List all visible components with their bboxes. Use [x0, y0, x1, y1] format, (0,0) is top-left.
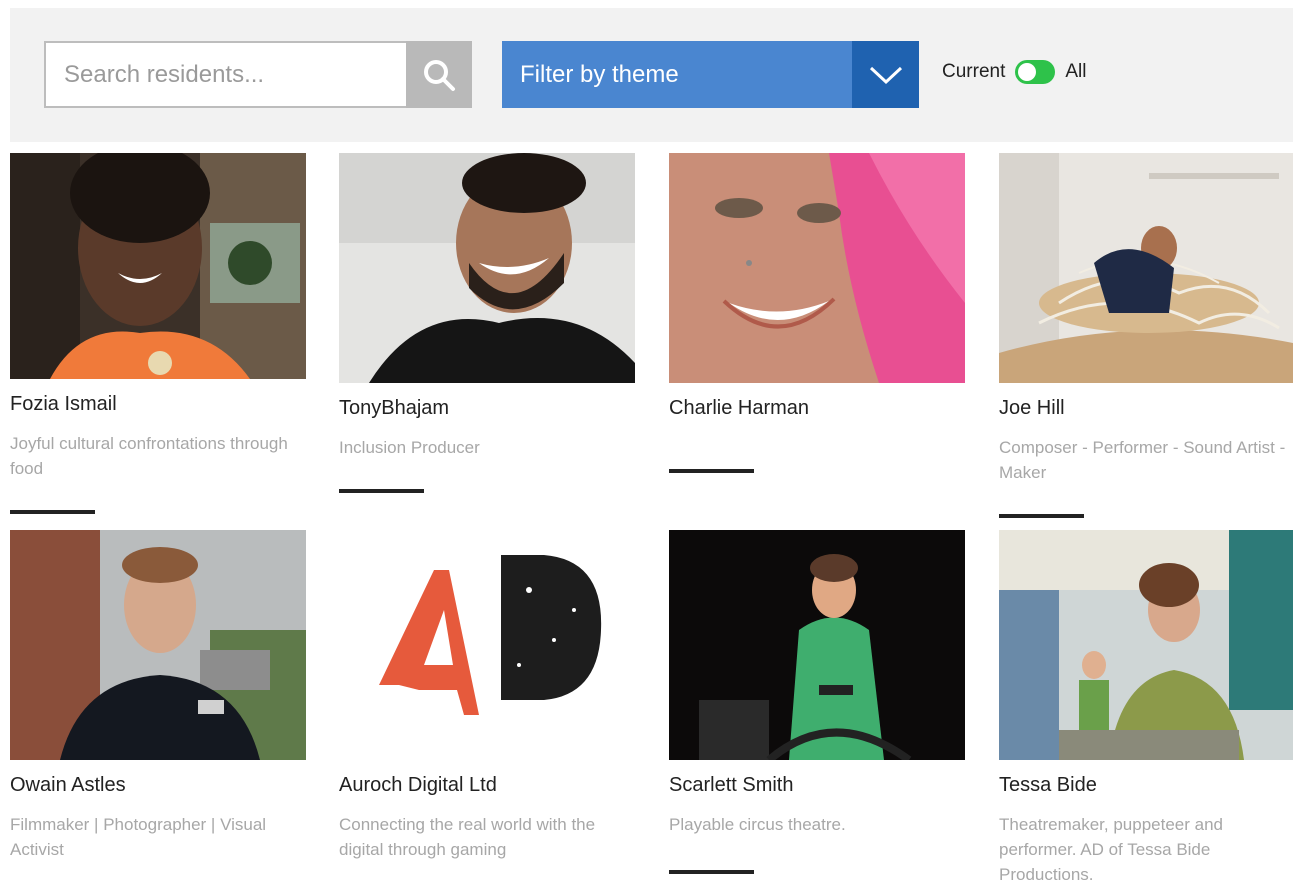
resident-card[interactable]: Fozia Ismail Joyful cultural confrontati…: [10, 153, 306, 518]
card-divider: [999, 514, 1084, 518]
current-all-toggle: Current All: [942, 60, 1086, 84]
resident-photo[interactable]: [10, 530, 306, 760]
resident-name[interactable]: Tessa Bide: [999, 772, 1293, 798]
card-divider: [339, 489, 424, 493]
resident-card[interactable]: Joe Hill Composer - Performer - Sound Ar…: [999, 153, 1293, 523]
resident-description: Playable circus theatre.: [669, 815, 846, 834]
resident-card[interactable]: TonyBhajam Inclusion Producer: [339, 153, 635, 498]
resident-photo[interactable]: [999, 153, 1293, 383]
resident-description: Filmmaker | Photographer | Visual Activi…: [10, 815, 267, 859]
resident-card[interactable]: Owain Astles Filmmaker | Photographer | …: [10, 530, 306, 895]
resident-description: Joyful cultural confrontations through f…: [10, 434, 288, 478]
theme-filter-label: Filter by theme: [520, 61, 679, 88]
card-divider: [669, 469, 754, 473]
search-button[interactable]: [406, 41, 472, 108]
chevron-down-icon: [869, 66, 902, 84]
resident-name[interactable]: Charlie Harman: [669, 395, 965, 421]
resident-description: Connecting the real world with the digit…: [339, 815, 596, 859]
status-toggle-switch[interactable]: [1015, 60, 1056, 84]
resident-description: Inclusion Producer: [339, 438, 480, 457]
search-icon: [424, 59, 456, 91]
resident-name[interactable]: Auroch Digital Ltd: [339, 772, 635, 798]
company-logo[interactable]: [339, 530, 635, 760]
resident-card[interactable]: Tessa Bide Theatremaker, puppeteer and p…: [999, 530, 1293, 895]
resident-card[interactable]: Auroch Digital Ltd Connecting the real w…: [339, 530, 635, 895]
resident-name[interactable]: Joe Hill: [999, 395, 1293, 421]
dropdown-toggle[interactable]: [852, 41, 919, 108]
resident-name[interactable]: Scarlett Smith: [669, 772, 965, 798]
resident-card[interactable]: Scarlett Smith Playable circus theatre.: [669, 530, 965, 895]
resident-photo[interactable]: [669, 530, 965, 760]
theme-filter-dropdown[interactable]: Filter by theme: [502, 41, 919, 108]
toggle-label-all: All: [1065, 61, 1087, 82]
card-divider: [669, 870, 754, 874]
resident-photo[interactable]: [669, 153, 965, 383]
resident-name[interactable]: Owain Astles: [10, 772, 306, 798]
resident-description: Composer - Performer - Sound Artist - Ma…: [999, 438, 1286, 482]
card-divider: [10, 510, 95, 514]
search-box: [44, 41, 472, 108]
resident-photo[interactable]: [999, 530, 1293, 760]
resident-card[interactable]: Charlie Harman: [669, 153, 965, 478]
toggle-label-current: Current: [942, 61, 1006, 82]
resident-name[interactable]: Fozia Ismail: [10, 391, 306, 417]
resident-description: Theatremaker, puppeteer and performer. A…: [999, 815, 1223, 884]
search-input[interactable]: [44, 41, 407, 108]
resident-photo[interactable]: [339, 153, 635, 383]
toggle-knob: [1018, 63, 1037, 81]
resident-photo[interactable]: [10, 153, 306, 379]
resident-name[interactable]: TonyBhajam: [339, 395, 635, 421]
